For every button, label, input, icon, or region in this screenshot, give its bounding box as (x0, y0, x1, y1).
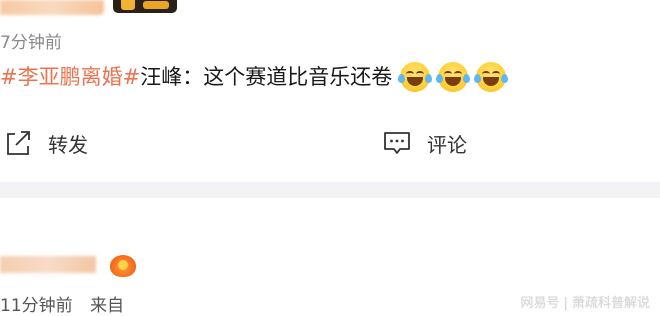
comment-icon (384, 132, 410, 154)
section-divider (0, 182, 660, 198)
post-time: 7分钟前 (0, 33, 62, 53)
post-content: #李亚鹏离婚# 汪峰：这个赛道比音乐还卷 (0, 60, 509, 94)
comment-button[interactable]: 评论 (383, 126, 467, 160)
watermark: 网易号 | 萧疏科普解说 (520, 296, 650, 311)
post-meta: 11分钟前 来自 (0, 291, 124, 316)
comment-label: 评论 (427, 132, 467, 157)
crown-badge-icon (110, 255, 136, 277)
post-card: 7分钟前 #李亚鹏离婚# 汪峰：这个赛道比音乐还卷 转发 评论 (0, 0, 660, 182)
vip-badge-icon (113, 0, 177, 13)
share-label: 转发 (48, 132, 88, 157)
laugh-cry-emoji-icon (436, 62, 471, 92)
post-time: 11分钟前 (0, 296, 73, 316)
blurred-username[interactable] (0, 0, 104, 15)
laugh-cry-emoji-icon (398, 62, 433, 92)
share-icon (7, 131, 30, 155)
share-button[interactable]: 转发 (4, 126, 88, 160)
laugh-cry-emoji-icon (474, 62, 509, 92)
post-text: 汪峰：这个赛道比音乐还卷 (140, 65, 393, 89)
post-actions: 转发 评论 (0, 126, 660, 160)
post-source: 来自 (90, 296, 125, 316)
hashtag-link[interactable]: #李亚鹏离婚# (0, 60, 140, 94)
blurred-username[interactable] (0, 256, 96, 273)
